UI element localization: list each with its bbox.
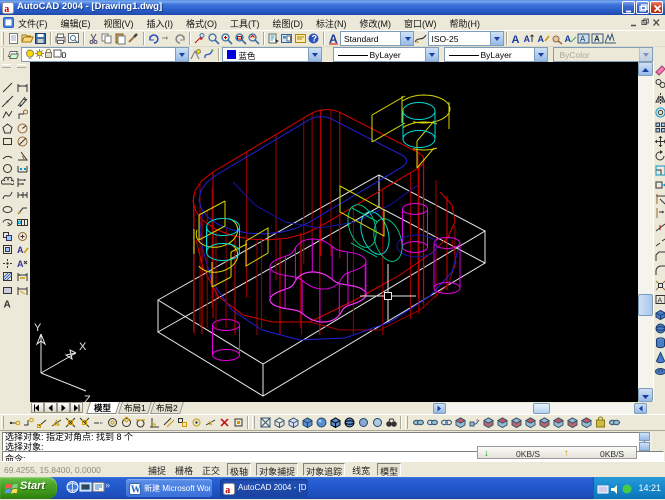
svg-text:A: A [17, 245, 24, 255]
svg-text:A: A [511, 34, 519, 45]
svg-text:A: A [329, 32, 338, 45]
svg-text:A: A [537, 34, 544, 44]
svg-text:Z: Z [84, 394, 91, 402]
svg-text:A: A [594, 35, 600, 44]
svg-text:A: A [658, 298, 663, 305]
svg-text:X: X [79, 341, 87, 353]
svg-text:a: a [225, 484, 230, 494]
svg-text:?: ? [312, 34, 318, 44]
svg-text:Y: Y [34, 322, 42, 334]
svg-text:A: A [580, 35, 586, 44]
svg-text:A: A [564, 34, 571, 44]
svg-text:A: A [3, 300, 10, 310]
svg-text:A: A [524, 34, 531, 44]
svg-text:a: a [4, 4, 9, 14]
svg-text:W: W [131, 484, 141, 494]
svg-text:A: A [17, 259, 24, 269]
